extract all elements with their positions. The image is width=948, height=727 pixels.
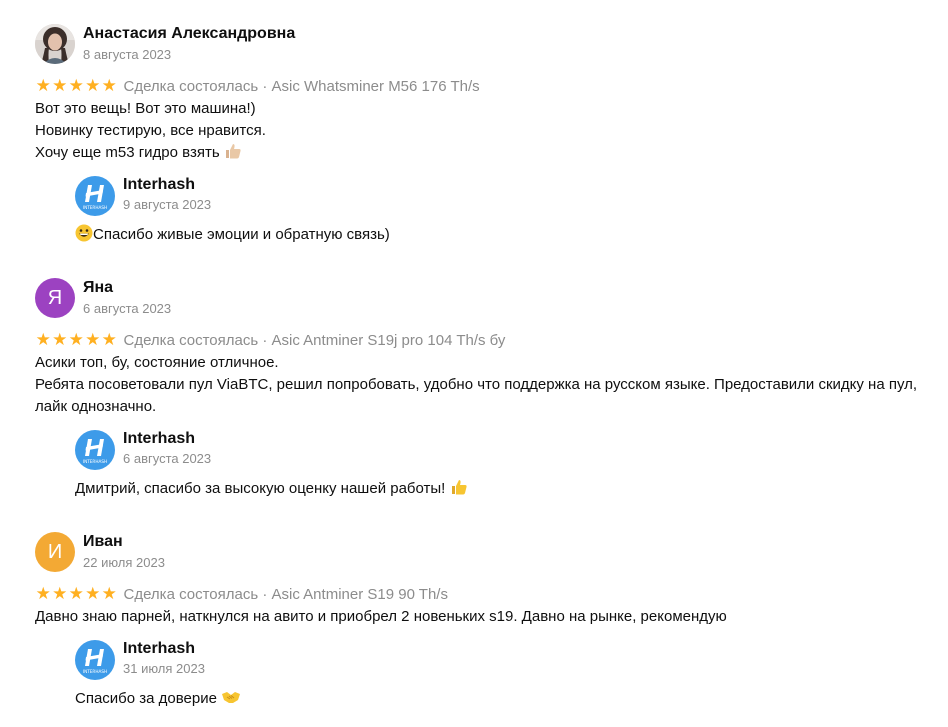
reviewer-avatar[interactable]: И: [35, 532, 75, 572]
svg-text:INTERHASH: INTERHASH: [83, 205, 107, 210]
seller-reply: INTERHASH Interhash 6 августа 2023 Дмитр…: [75, 430, 915, 497]
interhash-logo-icon[interactable]: INTERHASH: [75, 176, 115, 216]
reply-text: Дмитрий, спасибо за высокую оценку нашей…: [75, 478, 468, 500]
review-line: Новинку тестирую, все нравится.: [35, 122, 266, 139]
rating-stars: ★ ★ ★ ★ ★: [35, 76, 118, 96]
svg-text:INTERHASH: INTERHASH: [83, 459, 107, 464]
review-date: 22 июля 2023: [83, 555, 165, 570]
thumbs-up-emoji-icon: [451, 480, 467, 495]
thumbs-up-emoji-icon: [225, 144, 241, 159]
star-icon: ★: [52, 584, 68, 603]
review-text: Вот это вещь! Вот это машина!) Новинку т…: [35, 98, 920, 164]
review-line: Ребята посоветовали пул ViaBTC, решил по…: [35, 376, 918, 415]
star-icon: ★: [101, 330, 117, 349]
reviewer-photo: [35, 24, 75, 64]
review-card: Анастасия Александровна 8 августа 2023 ★…: [35, 24, 925, 244]
reply-author[interactable]: Interhash: [123, 176, 195, 194]
review-meta: ★ ★ ★ ★ ★ Сделка состоялась · Asic Whatsmine…: [35, 76, 480, 96]
reviewer-name[interactable]: Анастасия Александровна: [83, 25, 295, 43]
review-card: Я Яна 6 августа 2023 ★ ★ ★ ★ ★ Сделка состоя…: [35, 278, 925, 498]
star-icon: ★: [35, 76, 51, 95]
grinning-emoji-icon: [75, 224, 93, 242]
reviewer-name[interactable]: Яна: [83, 279, 113, 297]
interhash-logo-icon[interactable]: INTERHASH: [75, 640, 115, 680]
star-icon: ★: [85, 330, 101, 349]
seller-reply: INTERHASH Interhash 31 июля 2023 Спасибо…: [75, 640, 915, 710]
star-icon: ★: [68, 584, 84, 603]
review-date: 8 августа 2023: [83, 47, 172, 62]
reply-date: 9 августа 2023: [123, 197, 212, 212]
handshake-emoji-icon: [222, 692, 241, 703]
review-text: Асики топ, бу, состояние отличное. Ребят…: [35, 352, 920, 418]
review-meta: ★ ★ ★ ★ ★ Сделка состоялась · Asic Antminer …: [35, 330, 506, 350]
reply-date: 31 июля 2023: [123, 661, 205, 676]
seller-reply: INTERHASH Interhash 9 августа 2023 Спаси…: [75, 176, 915, 243]
reviewer-avatar[interactable]: Я: [35, 278, 75, 318]
deal-info[interactable]: Сделка состоялась · Asic Antminer S19j p…: [124, 332, 506, 349]
reviewer-avatar[interactable]: [35, 24, 75, 64]
star-icon: ★: [52, 76, 68, 95]
review-line: Асики топ, бу, состояние отличное.: [35, 354, 279, 371]
star-icon: ★: [68, 76, 84, 95]
star-icon: ★: [35, 584, 51, 603]
reply-date: 6 августа 2023: [123, 451, 212, 466]
reply-author[interactable]: Interhash: [123, 640, 195, 658]
reviewer-name[interactable]: Иван: [83, 533, 123, 551]
star-icon: ★: [85, 76, 101, 95]
star-icon: ★: [101, 584, 117, 603]
star-icon: ★: [101, 76, 117, 95]
rating-stars: ★ ★ ★ ★ ★: [35, 584, 118, 604]
review-line: Давно знаю парней, наткнулся на авито и …: [35, 608, 727, 625]
star-icon: ★: [68, 330, 84, 349]
review-card: И Иван 22 июля 2023 ★ ★ ★ ★ ★ Сделка состоял…: [35, 532, 925, 722]
deal-info[interactable]: Сделка состоялась · Asic Antminer S19 90…: [124, 586, 448, 603]
star-icon: ★: [85, 584, 101, 603]
svg-text:INTERHASH: INTERHASH: [83, 669, 107, 674]
deal-info[interactable]: Сделка состоялась · Asic Whatsminer M56 …: [124, 78, 480, 95]
review-date: 6 августа 2023: [83, 301, 172, 316]
rating-stars: ★ ★ ★ ★ ★: [35, 330, 118, 350]
reply-author[interactable]: Interhash: [123, 430, 195, 448]
review-line: Вот это вещь! Вот это машина!): [35, 100, 256, 117]
reply-text: Спасибо живые эмоции и обратную связь): [75, 224, 390, 246]
reply-text: Спасибо за доверие: [75, 688, 241, 710]
star-icon: ★: [52, 330, 68, 349]
interhash-logo-icon[interactable]: INTERHASH: [75, 430, 115, 470]
review-meta: ★ ★ ★ ★ ★ Сделка состоялась · Asic Antminer …: [35, 584, 448, 604]
star-icon: ★: [35, 330, 51, 349]
review-text: Давно знаю парней, наткнулся на авито и …: [35, 606, 920, 628]
review-line: Хочу еще m53 гидро взять: [35, 142, 920, 164]
